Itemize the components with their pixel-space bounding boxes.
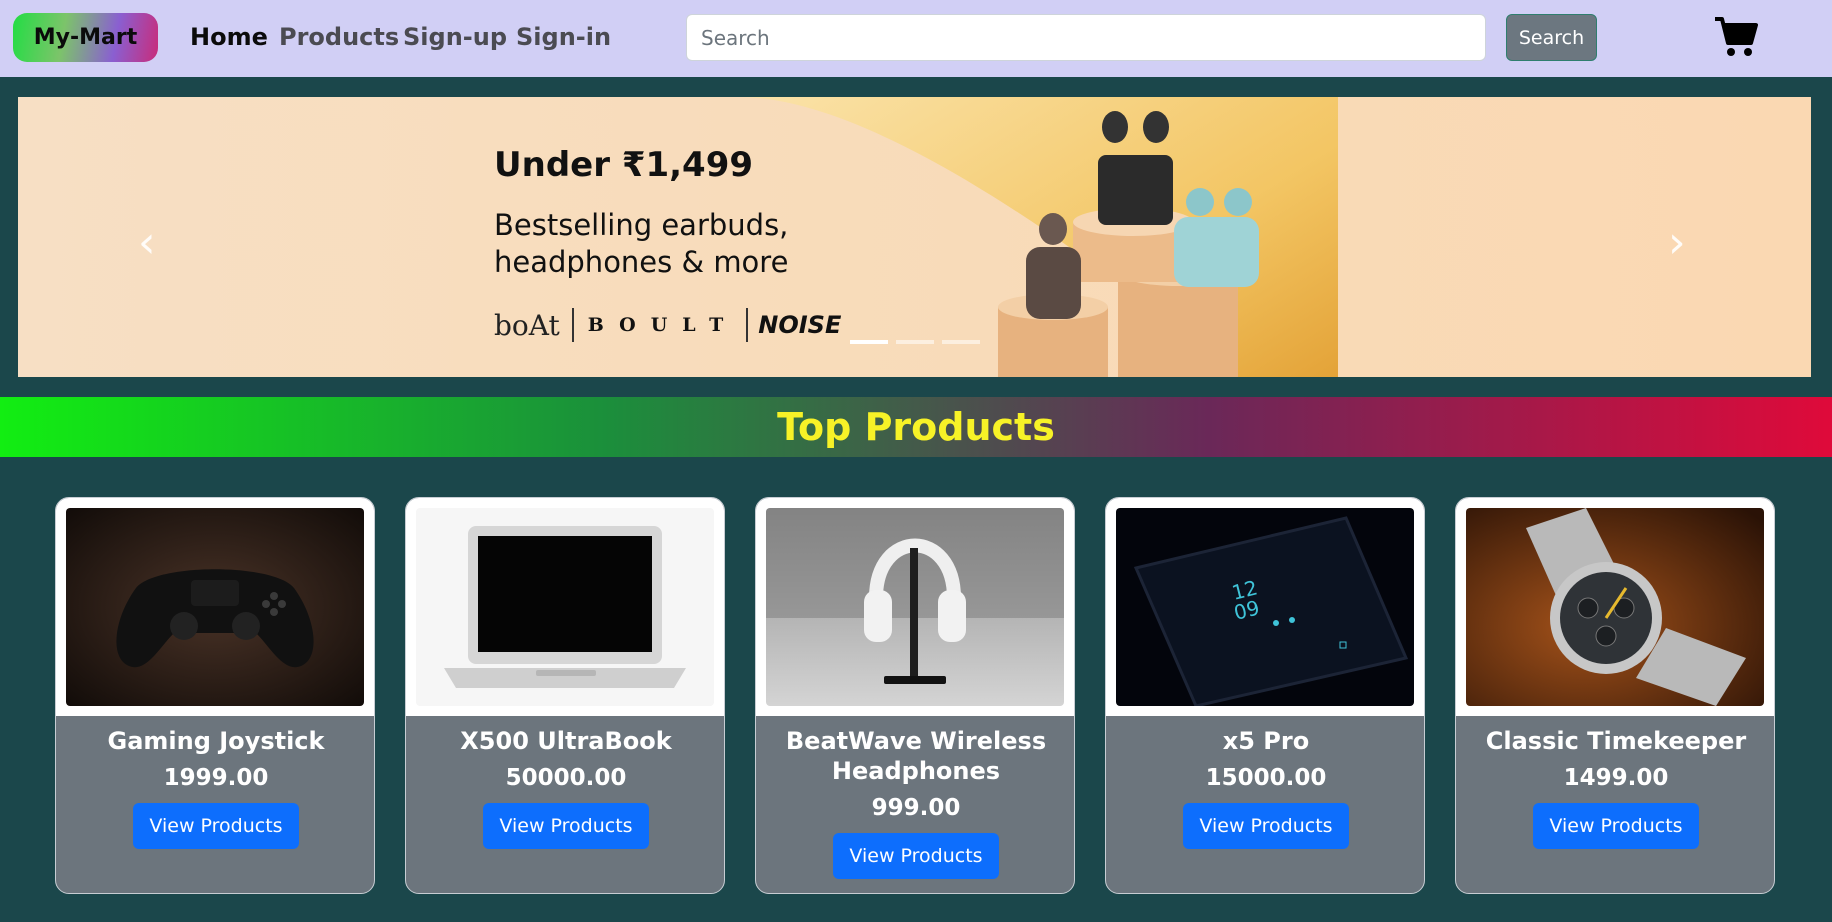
carousel-indicator-2[interactable] (896, 340, 934, 344)
product-card: 12 09 x5 Pro 15000.00 View Products (1105, 497, 1425, 894)
earbuds-product-image (998, 111, 1259, 377)
brand-boat-logo: boAt (494, 308, 560, 342)
nav-link-products[interactable]: Products (279, 23, 399, 51)
chevron-left-icon[interactable]: ‹ (138, 217, 156, 268)
laptop-image (416, 508, 714, 706)
watch-image (1466, 508, 1764, 706)
product-image-frame (56, 498, 374, 716)
section-header: Top Products (0, 397, 1832, 457)
banner-subtitle: Bestselling earbuds, headphones & more (494, 207, 854, 281)
product-name: Gaming Joystick (107, 727, 325, 755)
product-price: 50000.00 (505, 765, 627, 791)
product-price: 1999.00 (163, 765, 269, 791)
product-image-frame (1456, 498, 1774, 716)
product-image-frame: 12 09 (1106, 498, 1424, 716)
view-products-button[interactable]: View Products (1183, 803, 1349, 849)
view-products-button[interactable]: View Products (133, 803, 299, 849)
nav-link-home[interactable]: Home (190, 23, 268, 51)
product-price: 1499.00 (1563, 765, 1669, 791)
shopping-cart-icon[interactable] (1714, 16, 1758, 58)
product-card: Classic Timekeeper 1499.00 View Products (1455, 497, 1775, 894)
smartphone-image: 12 09 (1116, 508, 1414, 706)
brand-logos: boAt BOULT NOISE (494, 307, 841, 343)
headphones-image (766, 508, 1064, 706)
promo-carousel: Under ₹1,499 Bestselling earbuds, headph… (18, 97, 1811, 377)
brand-boult-logo: BOULT (587, 314, 739, 336)
product-image-frame (406, 498, 724, 716)
product-name: Classic Timekeeper (1485, 727, 1747, 755)
product-name: x5 Pro (1222, 727, 1310, 755)
banner-subtitle-line1: Bestselling earbuds, (494, 208, 789, 242)
product-card: X500 UltraBook 50000.00 View Products (405, 497, 725, 894)
product-card: Gaming Joystick 1999.00 View Products (55, 497, 375, 894)
section-title: Top Products (777, 405, 1055, 449)
carousel-indicators (850, 340, 980, 344)
product-image-frame (756, 498, 1074, 716)
product-card: BeatWave Wireless Headphones 999.00 View… (755, 497, 1075, 894)
carousel-indicator-3[interactable] (942, 340, 980, 344)
product-card-body: BeatWave Wireless Headphones 999.00 View… (756, 716, 1074, 879)
product-price: 999.00 (871, 795, 961, 821)
banner-title: Under ₹1,499 (494, 145, 754, 185)
view-products-button[interactable]: View Products (833, 833, 999, 879)
brand-logo[interactable]: My-Mart (13, 13, 158, 62)
nav-link-signup[interactable]: Sign-up (403, 23, 507, 51)
view-products-button[interactable]: View Products (483, 803, 649, 849)
product-name: BeatWave Wireless Headphones (785, 727, 1047, 785)
banner-subtitle-line2: headphones & more (494, 245, 789, 279)
chevron-right-icon[interactable]: › (1668, 217, 1686, 268)
product-price: 15000.00 (1205, 765, 1327, 791)
product-card-body: Gaming Joystick 1999.00 View Products (56, 716, 374, 849)
product-card-body: X500 UltraBook 50000.00 View Products (406, 716, 724, 849)
gamepad-image (66, 508, 364, 706)
product-name: X500 UltraBook (460, 727, 672, 755)
product-card-body: Classic Timekeeper 1499.00 View Products (1456, 716, 1774, 849)
nav-link-signin[interactable]: Sign-in (516, 23, 611, 51)
search-input[interactable] (686, 14, 1486, 61)
product-card-body: x5 Pro 15000.00 View Products (1106, 716, 1424, 849)
search-button[interactable]: Search (1506, 14, 1597, 61)
carousel-indicator-1[interactable] (850, 340, 888, 344)
navbar: My-Mart Home Products Sign-up Sign-in Se… (0, 0, 1832, 77)
view-products-button[interactable]: View Products (1533, 803, 1699, 849)
brand-noise-logo: NOISE (758, 311, 842, 339)
